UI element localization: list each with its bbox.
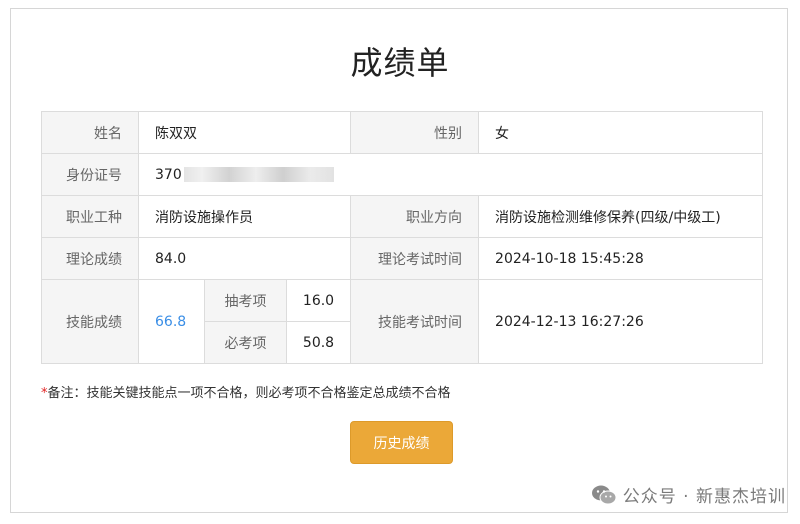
required-item-label: 必考项 — [204, 321, 287, 364]
skill-score-value: 66.8 — [138, 279, 205, 364]
direction-label: 职业方向 — [350, 195, 480, 238]
table-row: 职业工种 消防设施操作员 职业方向 消防设施检测维修保养(四级/中级工) — [41, 195, 764, 238]
theory-score-value: 84.0 — [137, 237, 352, 280]
watermark-text: 公众号 · 新惠杰培训 — [622, 487, 786, 507]
occupation-value: 消防设施操作员 — [137, 195, 352, 238]
table-row: 身份证号 370 — [41, 153, 764, 196]
gender-value: 女 — [478, 111, 764, 154]
table-row: 技能成绩 66.8 抽考项 16.0 技能考试时间 2024-12-13 16:… — [41, 279, 764, 364]
random-item-value: 16.0 — [285, 279, 352, 322]
direction-value: 消防设施检测维修保养(四级/中级工) — [478, 195, 764, 238]
id-value: 370 — [137, 153, 764, 196]
name-label: 姓名 — [41, 111, 139, 154]
skill-score-label: 技能成绩 — [41, 279, 139, 364]
remark-text: 备注：技能关键技能点一项不合格，则必考项不合格鉴定总成绩不合格 — [47, 386, 451, 401]
remark-note: *备注：技能关键技能点一项不合格，则必考项不合格鉴定总成绩不合格 — [41, 382, 451, 401]
id-value-prefix: 370 — [155, 166, 182, 183]
watermark: 公众号 · 新惠杰培训 — [591, 482, 786, 507]
page-title: 成绩单 — [350, 44, 450, 82]
required-item-value: 50.8 — [285, 321, 352, 364]
occupation-label: 职业工种 — [41, 195, 139, 238]
random-item-label: 抽考项 — [204, 279, 287, 322]
skill-time-label: 技能考试时间 — [350, 279, 480, 364]
theory-score-label: 理论成绩 — [41, 237, 139, 280]
theory-time-value: 2024-10-18 15:45:28 — [478, 237, 764, 280]
wechat-icon — [591, 485, 617, 504]
table-row: 姓名 陈双双 性别 女 — [41, 111, 764, 154]
skill-time-value: 2024-12-13 16:27:26 — [478, 279, 764, 364]
id-redaction-blur — [183, 167, 334, 182]
name-value: 陈双双 — [137, 111, 352, 154]
theory-time-label: 理论考试时间 — [350, 237, 480, 280]
gender-label: 性别 — [350, 111, 480, 154]
history-scores-button[interactable]: 历史成绩 — [350, 421, 453, 464]
id-label: 身份证号 — [41, 153, 139, 196]
transcript-table: 姓名 陈双双 性别 女 身份证号 370 职业工种 消防设施操作员 职业方向 消… — [41, 111, 764, 364]
table-row: 理论成绩 84.0 理论考试时间 2024-10-18 15:45:28 — [41, 237, 764, 280]
